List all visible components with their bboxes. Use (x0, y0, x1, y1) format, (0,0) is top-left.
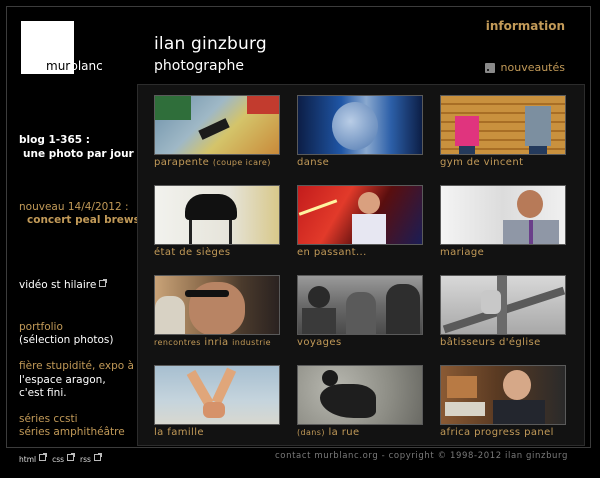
information-link[interactable]: information (486, 19, 565, 33)
caption-danse[interactable]: danse (297, 157, 425, 168)
external-link-icon (99, 279, 108, 287)
copyright-text[interactable]: contact murblanc.org - copyright © 1998-… (275, 451, 568, 461)
caption-africa-progress-panel[interactable]: africa progress panel (440, 427, 568, 438)
thumbnail-voyages[interactable] (297, 275, 423, 335)
blog-link-label: une photo par jour (23, 148, 134, 160)
series-amphitheatre-link[interactable]: séries amphithéâtre (19, 425, 125, 439)
video-link-label: vidéo st hilaire (19, 279, 97, 291)
thumbnail-parapente[interactable] (154, 95, 280, 155)
blog-link-line2[interactable]: une photo par jour (23, 147, 145, 161)
news-concert-link[interactable]: concert peal brews (27, 213, 140, 227)
site-title: ilan ginzburg (154, 34, 267, 54)
logo-blanc: blanc (70, 59, 103, 73)
footer-html-link[interactable]: html (19, 453, 48, 464)
gallery-item-africa-progress-panel[interactable]: africa progress panel (440, 365, 568, 445)
rss-icon (484, 62, 495, 73)
caption-inria[interactable]: rencontres inria industrie (154, 337, 282, 348)
caption-text: la rue (328, 427, 360, 438)
external-link-icon (93, 453, 102, 461)
caption-la-rue[interactable]: (dans) la rue (297, 427, 425, 438)
thumbnail-la-rue[interactable] (297, 365, 423, 425)
expo-line3: c'est fini. (19, 387, 67, 399)
gallery-item-danse[interactable]: danse (297, 95, 425, 175)
thumbnail-mariage[interactable] (440, 185, 566, 245)
footer-rss-link[interactable]: rss (80, 453, 102, 464)
caption-gym[interactable]: gym de vincent (440, 157, 568, 168)
thumbnail-africa-progress-panel[interactable] (440, 365, 566, 425)
thumbnail-etat-de-sieges[interactable] (154, 185, 280, 245)
caption-batisseurs[interactable]: bâtisseurs d'église (440, 337, 568, 348)
caption-en-passant[interactable]: en passant... (297, 247, 425, 258)
caption-text: parapente (154, 157, 210, 168)
caption-parapente[interactable]: parapente (coupe icare) (154, 157, 282, 168)
footer-css-link[interactable]: css (52, 453, 76, 464)
thumbnail-gym[interactable] (440, 95, 566, 155)
logo-text[interactable]: murblanc (46, 60, 103, 73)
caption-note: (coupe icare) (212, 158, 271, 167)
footer-link-label: html (19, 455, 37, 464)
gallery-item-inria[interactable]: rencontres inria industrie (154, 275, 282, 355)
caption-pre: (dans) (297, 428, 325, 437)
gallery-item-etat-de-sieges[interactable]: état de sièges (154, 185, 282, 265)
gallery-item-en-passant[interactable]: en passant... (297, 185, 425, 265)
gallery-item-la-famille[interactable]: la famille (154, 365, 282, 445)
caption-la-famille[interactable]: la famille (154, 427, 282, 438)
caption-text: inria (204, 337, 229, 348)
thumbnail-inria[interactable] (154, 275, 280, 335)
footer-link-label: css (52, 455, 65, 464)
portfolio-link[interactable]: portfolio (19, 320, 63, 334)
photo-gallery: parapente (coupe icare) danse gym de vin… (137, 84, 585, 446)
gallery-item-la-rue[interactable]: (dans) la rue (297, 365, 425, 445)
caption-etat-de-sieges[interactable]: état de sièges (154, 247, 282, 258)
portfolio-subtitle: (sélection photos) (19, 334, 114, 346)
thumbnail-en-passant[interactable] (297, 185, 423, 245)
news-link-label: nouveautés (500, 61, 565, 74)
expo-line2: l'espace aragon, (19, 374, 106, 386)
footer-links: html css rss (19, 453, 102, 464)
gallery-item-batisseurs[interactable]: bâtisseurs d'église (440, 275, 568, 355)
site-subtitle: photographe (154, 58, 244, 74)
caption-mariage[interactable]: mariage (440, 247, 568, 258)
logo-mur: mur (46, 59, 71, 73)
caption-voyages[interactable]: voyages (297, 337, 425, 348)
caption-note: industrie (232, 338, 271, 347)
news-date: nouveau 14/4/2012 : (19, 201, 129, 213)
video-link[interactable]: vidéo st hilaire (19, 278, 108, 292)
thumbnail-la-famille[interactable] (154, 365, 280, 425)
gallery-item-voyages[interactable]: voyages (297, 275, 425, 355)
external-link-icon (39, 453, 48, 461)
external-link-icon (67, 453, 76, 461)
footer-link-label: rss (80, 455, 91, 464)
gallery-item-mariage[interactable]: mariage (440, 185, 568, 265)
series-ccsti-link[interactable]: séries ccsti (19, 412, 77, 426)
thumbnail-danse[interactable] (297, 95, 423, 155)
expo-line1[interactable]: fière stupidité, expo à (19, 359, 134, 373)
thumbnail-batisseurs[interactable] (440, 275, 566, 335)
blog-link-line1[interactable]: blog 1-365 : (19, 133, 90, 147)
gallery-item-parapente[interactable]: parapente (coupe icare) (154, 95, 282, 175)
gallery-item-gym[interactable]: gym de vincent (440, 95, 568, 175)
news-link[interactable]: nouveautés (484, 61, 565, 74)
caption-pre: rencontres (154, 338, 201, 347)
